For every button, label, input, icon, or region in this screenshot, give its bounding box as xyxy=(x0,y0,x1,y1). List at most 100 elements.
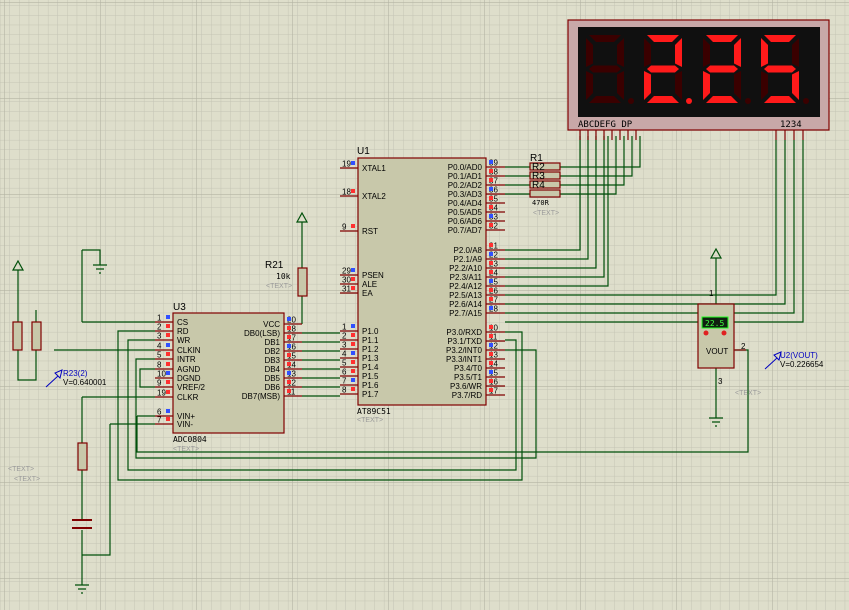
potentiometer-left-1[interactable] xyxy=(12,321,23,351)
pin-name: DB7(MSB) xyxy=(242,392,281,401)
pin-number: 9 xyxy=(157,379,162,388)
pin-name: P2.6/A14 xyxy=(449,300,482,309)
u3-part: ADC0804 xyxy=(173,435,207,444)
pin-name: XTAL2 xyxy=(362,192,386,201)
sensor-pin-number: 2 xyxy=(741,342,746,351)
pin-name: P1.0 xyxy=(362,327,379,336)
pin-name: P2.5/A13 xyxy=(449,291,482,300)
pin-state-indicator xyxy=(489,379,493,383)
pin-state-indicator xyxy=(489,270,493,274)
pin-state-indicator xyxy=(166,324,170,328)
seven-segment-display[interactable] xyxy=(567,19,830,131)
pin-state-indicator xyxy=(489,261,493,265)
pin-number: 8 xyxy=(342,386,347,395)
pin-name: P0.7/AD7 xyxy=(448,226,483,235)
pin-state-indicator xyxy=(489,297,493,301)
pin-number: 31 xyxy=(342,285,351,294)
pin-name: WR xyxy=(177,336,191,345)
pin-number: 5 xyxy=(342,359,347,368)
pin-state-indicator xyxy=(351,286,355,290)
pin-state-indicator xyxy=(287,317,291,321)
pin-name: P1.1 xyxy=(362,336,379,345)
pin-name: P1.7 xyxy=(362,390,379,399)
pin-name: DB3 xyxy=(264,356,280,365)
pin-state-indicator xyxy=(489,343,493,347)
r1-row-label: R4 xyxy=(532,180,545,191)
pin-state-indicator xyxy=(287,371,291,375)
pin-state-indicator xyxy=(489,214,493,218)
pin-name: XTAL1 xyxy=(362,164,386,173)
sensor-lcd-readout: 22.5 xyxy=(705,319,724,328)
pin-name: VREF/2 xyxy=(177,383,206,392)
potentiometer-left-2[interactable] xyxy=(31,321,42,351)
pin-state-indicator xyxy=(489,187,493,191)
pin-name: P0.4/AD4 xyxy=(448,199,483,208)
sensor-pin-number: 3 xyxy=(718,377,723,386)
pin-state-indicator xyxy=(351,324,355,328)
pin-name: P3.6/WR xyxy=(450,382,482,391)
pin-state-indicator xyxy=(287,344,291,348)
probe-name: U2(VOUT) xyxy=(780,351,818,360)
pin-number: 7 xyxy=(342,377,347,386)
u3-text: <TEXT> xyxy=(173,446,199,453)
pin-state-indicator xyxy=(489,325,493,329)
pin-name: RD xyxy=(177,327,189,336)
pin-state-indicator xyxy=(489,223,493,227)
display-digit-label: 1234 xyxy=(780,120,802,130)
segment-g xyxy=(764,65,796,73)
pin-state-indicator xyxy=(166,380,170,384)
pin-name: DB4 xyxy=(264,365,280,374)
pin-name: P2.1/A9 xyxy=(454,255,483,264)
pin-state-indicator xyxy=(166,352,170,356)
r21-ref: R21 xyxy=(265,260,284,271)
pin-state-indicator xyxy=(489,196,493,200)
r21-value: 10k xyxy=(276,272,291,281)
pin-state-indicator xyxy=(489,279,493,283)
pin-number: 4 xyxy=(342,350,347,359)
pin-number: 10 xyxy=(157,370,166,379)
pin-name: VIN- xyxy=(177,420,193,429)
pin-state-indicator xyxy=(351,387,355,391)
pin-state-indicator xyxy=(489,388,493,392)
pin-name: P3.0/RXD xyxy=(446,328,482,337)
pin-name: P3.3/INT1 xyxy=(446,355,483,364)
pin-name: P0.0/AD0 xyxy=(448,163,483,172)
pin-name: P1.4 xyxy=(362,363,379,372)
pin-state-indicator xyxy=(287,380,291,384)
u1-part: AT89C51 xyxy=(357,407,391,416)
pin-name: P2.2/A10 xyxy=(449,264,482,273)
pin-name: INTR xyxy=(177,355,196,364)
pin-number: 4 xyxy=(157,342,162,351)
pin-name: P1.5 xyxy=(362,372,379,381)
pin-state-indicator xyxy=(351,351,355,355)
pin-state-indicator xyxy=(489,205,493,209)
pin-name: ALE xyxy=(362,280,377,289)
pin-number: 2 xyxy=(157,323,162,332)
pin-state-indicator xyxy=(489,306,493,310)
segment-dp xyxy=(745,98,751,104)
r1-text: <TEXT> xyxy=(533,210,559,217)
pin-name: P3.1/TXD xyxy=(447,337,482,346)
pin-name: P3.5/T1 xyxy=(454,373,483,382)
pin-state-indicator xyxy=(489,334,493,338)
pin-state-indicator xyxy=(166,333,170,337)
pin-name: PSEN xyxy=(362,271,384,280)
pin-state-indicator xyxy=(287,389,291,393)
pin-number: 8 xyxy=(157,361,162,370)
pin-state-indicator xyxy=(351,378,355,382)
pin-name: P0.3/AD3 xyxy=(448,190,483,199)
segment-g xyxy=(706,65,738,73)
pin-name: DB6 xyxy=(264,383,280,392)
schematic-canvas[interactable]: R21 10k <TEXT> R1 R2 R3 R4 470R <TEXT> U… xyxy=(0,0,849,610)
pin-state-indicator xyxy=(489,160,493,164)
pin-name: P1.3 xyxy=(362,354,379,363)
pin-name: P2.7/A15 xyxy=(449,309,482,318)
pin-number: 1 xyxy=(342,323,347,332)
pin-name: DGND xyxy=(177,374,201,383)
segment-dp xyxy=(628,98,634,104)
resistor-clk[interactable] xyxy=(77,442,88,471)
resistor-r21[interactable] xyxy=(297,267,308,297)
pin-number: 2 xyxy=(342,332,347,341)
pin-state-indicator xyxy=(351,333,355,337)
pin-number: 1 xyxy=(157,314,162,323)
